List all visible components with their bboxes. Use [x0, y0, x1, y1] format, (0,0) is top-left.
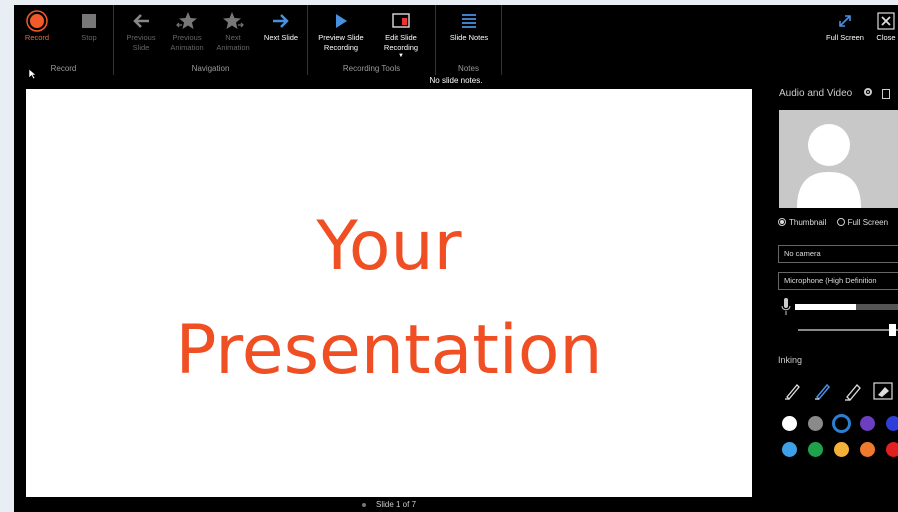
record-label: Record: [24, 33, 50, 42]
slide-counter: Slide 1 of 7: [375, 500, 417, 509]
pen-icon[interactable]: [812, 380, 834, 402]
stop-button[interactable]: Stop: [66, 9, 112, 43]
stop-label: Stop: [81, 33, 97, 42]
full-screen-button[interactable]: Full Screen: [822, 9, 868, 43]
preview-slide-recording-label: Preview Slide Recording: [318, 33, 364, 52]
slide-title-line-2: Presentation: [175, 311, 603, 390]
ink-color-swatch[interactable]: [834, 442, 849, 457]
next-slide-label: Next Slide: [263, 33, 299, 42]
ribbon: Record Stop Record Previous Slide Previo…: [14, 5, 898, 75]
status-dot-icon: [361, 502, 366, 507]
slide-title: Your Presentation: [26, 195, 752, 403]
next-slide-button[interactable]: Next Slide: [258, 9, 304, 43]
mic-level-fill: [795, 304, 856, 310]
eraser-icon[interactable]: [872, 380, 894, 402]
microphone-icon: [781, 298, 791, 315]
view-options: Thumbnail Full Screen: [778, 217, 889, 227]
expand-icon: [822, 9, 868, 33]
highlighter-icon[interactable]: [842, 380, 864, 402]
star-forward-icon: [210, 9, 256, 33]
person-icon: [797, 124, 861, 208]
ink-color-swatch[interactable]: [886, 416, 898, 431]
camera-select[interactable]: No camera: [778, 245, 898, 263]
edit-slide-recording-button[interactable]: Edit Slide Recording ▼: [374, 9, 428, 59]
slide-notes-label: Slide Notes: [449, 33, 489, 42]
record-icon: [14, 9, 60, 33]
ink-color-swatch[interactable]: [808, 442, 823, 457]
popout-icon[interactable]: [881, 88, 890, 99]
record-group: Record Stop Record: [14, 5, 114, 75]
slide-canvas: Your Presentation: [26, 89, 752, 497]
ink-color-swatch[interactable]: [860, 442, 875, 457]
recording-window: Record Stop Record Previous Slide Previo…: [14, 5, 898, 512]
recording-tools-group-label: Recording Tools: [342, 64, 401, 73]
close-button[interactable]: Close: [868, 9, 898, 43]
full-screen-option-label: Full Screen: [847, 218, 889, 227]
slide-notes-text: No slide notes.: [429, 76, 483, 85]
close-icon: [868, 9, 898, 33]
notes-group: Slide Notes Notes: [436, 5, 502, 75]
panel-title-label: Audio and Video: [779, 88, 853, 100]
ink-color-swatch[interactable]: [808, 416, 823, 431]
mic-level-row: [778, 297, 898, 317]
dropdown-arrow-icon: ▼: [398, 53, 404, 59]
play-icon: [316, 9, 366, 33]
navigation-group: Previous Slide Previous Animation Next A…: [114, 5, 308, 75]
audio-video-panel: Audio and Video Thumbnail Full Screen No…: [778, 85, 898, 512]
microphone-select-value: Microphone (High Definition: [784, 276, 877, 285]
inking-label: Inking: [778, 355, 803, 365]
pen-icon[interactable]: [782, 380, 804, 402]
ink-color-swatch[interactable]: [782, 442, 797, 457]
recording-tools-group: Preview Slide Recording Edit Slide Recor…: [308, 5, 436, 75]
camera-select-value: No camera: [784, 249, 821, 258]
gear-icon[interactable]: [863, 87, 873, 100]
next-animation-label: Next Animation: [216, 33, 250, 52]
mic-level-meter: [795, 304, 898, 310]
close-label: Close: [876, 33, 896, 42]
stop-icon: [66, 9, 112, 33]
previous-slide-button[interactable]: Previous Slide: [118, 9, 164, 53]
camera-preview: [779, 110, 898, 208]
navigation-group-label: Navigation: [191, 64, 230, 73]
radio-icon: [836, 217, 845, 226]
ink-color-swatch[interactable]: [782, 416, 797, 431]
full-screen-radio[interactable]: Full Screen: [836, 217, 889, 227]
previous-animation-button[interactable]: Previous Animation: [164, 9, 210, 53]
preview-slide-recording-button[interactable]: Preview Slide Recording: [316, 9, 366, 53]
slide-status: Slide 1 of 7: [26, 500, 752, 509]
edit-slide-recording-label: Edit Slide Recording: [383, 33, 419, 52]
slide-title-line-1: Your: [316, 207, 462, 286]
edit-recording-icon: [374, 9, 428, 33]
panel-title: Audio and Video: [779, 87, 890, 100]
ink-color-swatch[interactable]: [886, 442, 898, 457]
volume-slider[interactable]: [798, 324, 898, 336]
thumbnail-radio[interactable]: Thumbnail: [778, 217, 827, 227]
ink-color-swatch[interactable]: [860, 416, 875, 431]
star-back-icon: [164, 9, 210, 33]
previous-animation-label: Previous Animation: [170, 33, 204, 52]
arrow-left-icon: [118, 9, 164, 33]
previous-slide-label: Previous Slide: [126, 33, 156, 52]
ink-color-swatch[interactable]: [832, 414, 851, 433]
full-screen-label: Full Screen: [826, 33, 864, 42]
radio-selected-icon: [778, 217, 786, 226]
arrow-right-icon: [258, 9, 304, 33]
notes-icon: [444, 9, 494, 33]
volume-slider-thumb[interactable]: [888, 324, 896, 336]
next-animation-button[interactable]: Next Animation: [210, 9, 256, 53]
thumbnail-label: Thumbnail: [789, 218, 827, 227]
record-button[interactable]: Record: [14, 9, 60, 43]
microphone-select[interactable]: Microphone (High Definition: [778, 272, 898, 290]
notes-group-label: Notes: [458, 64, 479, 73]
slide-notes-button[interactable]: Slide Notes: [444, 9, 494, 43]
